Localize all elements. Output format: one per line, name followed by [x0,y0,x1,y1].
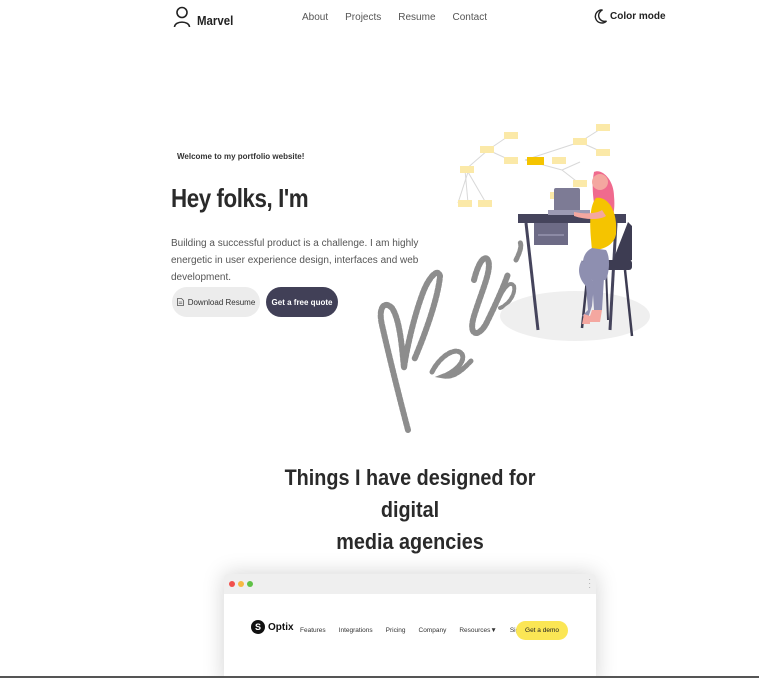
nav-resume[interactable]: Resume [398,12,435,23]
download-resume-button[interactable]: Download Resume [172,287,260,317]
optix-nav-resources[interactable]: Resources▼ [459,627,497,634]
brand-name: Marvel [197,12,234,28]
download-resume-label: Download Resume [187,297,256,307]
window-minimize-dot [238,581,244,587]
hero-illustration [377,124,650,433]
optix-get-demo-button[interactable]: Get a demo [516,621,568,640]
nav-projects[interactable]: Projects [345,12,381,23]
mindmap-diagram [457,124,610,207]
section-title-line-1: Things I have designed for digital [284,465,536,522]
document-icon [176,298,184,306]
window-close-dot [229,581,235,587]
optix-logo-icon: S [251,620,265,634]
section-title-line-2: media agencies [336,529,484,554]
nav-contact[interactable]: Contact [453,12,487,23]
project-preview-browser[interactable]: · · · S Optix Features Integrations Pricin… [224,574,596,678]
desk-scene [500,171,650,341]
optix-nav-integrations[interactable]: Integrations [339,627,373,634]
optix-nav: Features Integrations Pricing Company Re… [300,627,543,634]
optix-logo: S Optix [251,620,294,634]
optix-nav-company[interactable]: Company [419,627,447,634]
optix-nav-pricing[interactable]: Pricing [386,627,406,634]
window-maximize-dot [247,581,253,587]
nav-about[interactable]: About [302,12,328,23]
moon-icon [594,9,607,24]
color-mode-label: Color mode [610,11,666,22]
hero-title: Hey folks, I'm [171,183,309,213]
kebab-menu-icon: · · · [588,575,591,592]
get-quote-button[interactable]: Get a free quote [266,287,338,317]
brand[interactable]: Marvel [173,6,238,28]
browser-toolbar: · · · [224,574,596,594]
top-navigation: Marvel About Projects Resume Contact Col… [0,0,759,36]
user-icon [173,6,191,28]
optix-logo-text: Optix [268,621,294,633]
main-menu: About Projects Resume Contact [302,12,504,23]
color-mode-toggle[interactable]: Color mode [594,9,666,24]
signature-scribble [377,239,524,433]
optix-nav-features[interactable]: Features [300,627,326,634]
section-title: Things I have designed for digital media… [257,462,563,558]
hero-eyebrow: Welcome to my portfolio website! [177,152,305,161]
